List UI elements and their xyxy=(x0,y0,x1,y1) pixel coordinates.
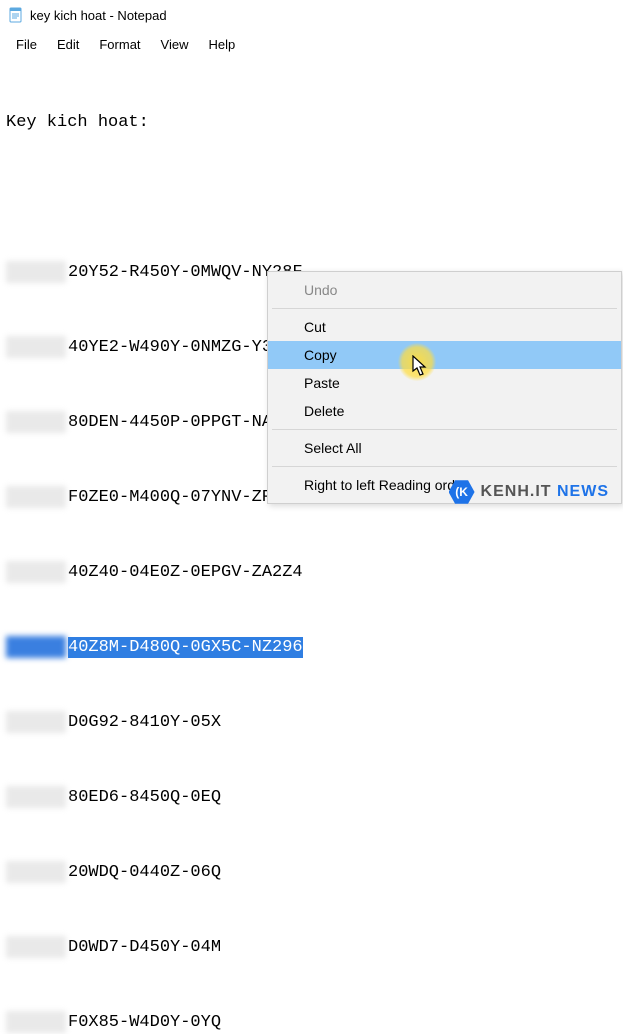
key-line: F0X85-W4D0Y-0YQ xyxy=(6,1010,617,1034)
watermark: (K KENH.IT NEWS xyxy=(449,479,609,505)
menu-edit[interactable]: Edit xyxy=(47,33,89,56)
obscured-prefix xyxy=(6,486,66,508)
text-editor[interactable]: Key kich hoat: 20Y52-R450Y-0MWQV-NY28F 4… xyxy=(0,58,623,1034)
editor-header: Key kich hoat: xyxy=(6,110,617,135)
obscured-prefix xyxy=(6,936,66,958)
notepad-icon xyxy=(8,7,24,23)
selected-text: 40Z8M-D480Q-0GX5C-NZ296 xyxy=(68,637,303,658)
ctx-copy[interactable]: Copy xyxy=(268,341,621,369)
window-title: key kich hoat - Notepad xyxy=(30,8,167,23)
obscured-prefix xyxy=(6,411,66,433)
obscured-prefix xyxy=(6,336,66,358)
obscured-prefix xyxy=(6,261,66,283)
obscured-prefix xyxy=(6,711,66,733)
ctx-select-all[interactable]: Select All xyxy=(268,434,621,462)
watermark-text: KENH.IT NEWS xyxy=(481,483,609,501)
ctx-delete[interactable]: Delete xyxy=(268,397,621,425)
watermark-logo-icon: (K xyxy=(449,479,475,505)
menu-format[interactable]: Format xyxy=(89,33,150,56)
menu-view[interactable]: View xyxy=(151,33,199,56)
key-line-selected: 40Z8M-D480Q-0GX5C-NZ296 xyxy=(6,635,617,660)
context-menu: Undo Cut Copy Paste Delete Select All Ri… xyxy=(267,271,622,504)
blank-line xyxy=(6,185,617,210)
ctx-cut[interactable]: Cut xyxy=(268,313,621,341)
ctx-paste[interactable]: Paste xyxy=(268,369,621,397)
menu-help[interactable]: Help xyxy=(198,33,245,56)
key-line: 20WDQ-0440Z-06Q xyxy=(6,860,617,885)
key-line: 80ED6-8450Q-0EQ xyxy=(6,785,617,810)
title-bar: key kich hoat - Notepad xyxy=(0,0,623,30)
ctx-separator xyxy=(272,466,617,467)
menu-file[interactable]: File xyxy=(6,33,47,56)
key-line: D0WD7-D450Y-04M xyxy=(6,935,617,960)
obscured-prefix xyxy=(6,636,66,658)
ctx-undo[interactable]: Undo xyxy=(268,276,621,304)
obscured-prefix xyxy=(6,861,66,883)
obscured-prefix xyxy=(6,561,66,583)
key-line: D0G92-8410Y-05X xyxy=(6,710,617,735)
ctx-separator xyxy=(272,308,617,309)
key-line: 40Z40-04E0Z-0EPGV-ZA2Z4 xyxy=(6,560,617,585)
menu-bar: File Edit Format View Help xyxy=(0,30,623,58)
obscured-prefix xyxy=(6,786,66,808)
obscured-prefix xyxy=(6,1011,66,1033)
ctx-separator xyxy=(272,429,617,430)
